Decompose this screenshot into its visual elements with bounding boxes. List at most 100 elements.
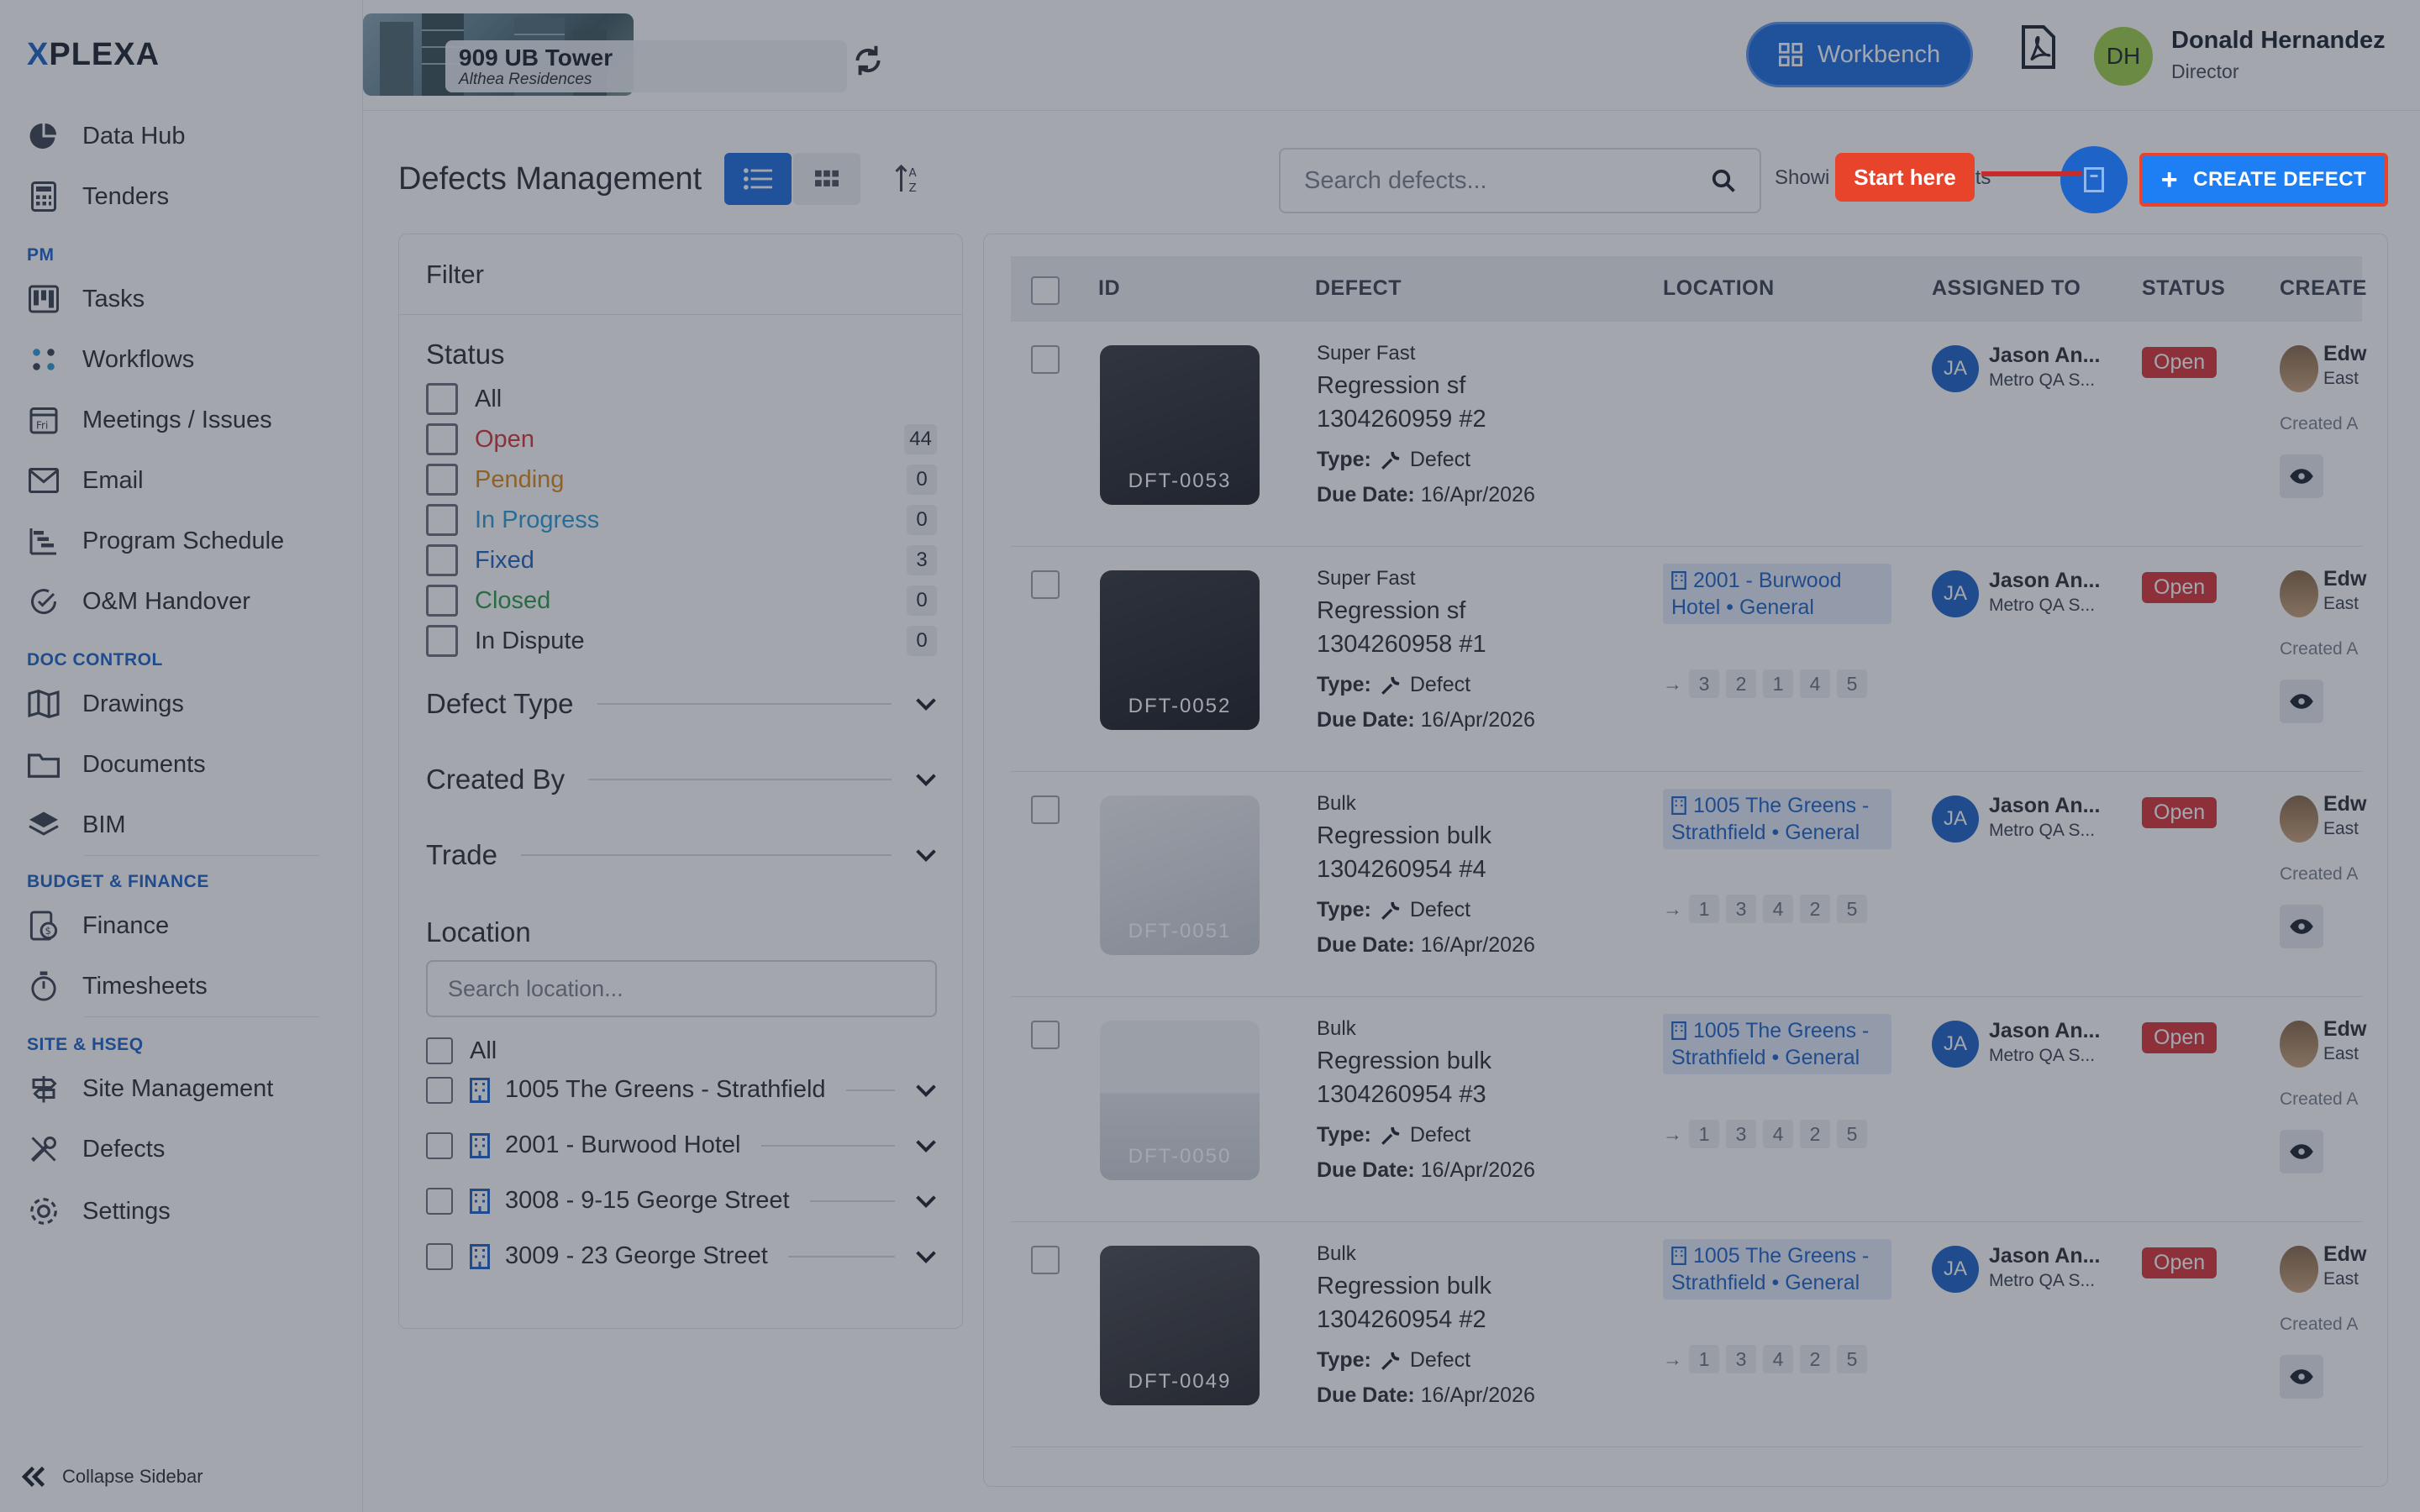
defect-search-input[interactable]: Search defects... xyxy=(1279,148,1761,213)
checkbox[interactable] xyxy=(426,1076,453,1104)
sidebar-item-site-management[interactable]: Site Management xyxy=(25,1070,273,1107)
user-avatar[interactable]: DH xyxy=(2094,27,2153,86)
location-chip[interactable]: 1005 The Greens - Strathfield • General xyxy=(1663,1239,1891,1299)
row-checkbox[interactable] xyxy=(1031,1021,1060,1049)
sidebar-item-documents[interactable]: Documents xyxy=(25,746,206,783)
checkbox[interactable] xyxy=(426,585,458,617)
checkbox[interactable] xyxy=(426,464,458,496)
location-option[interactable]: 3009 - 23 George Street xyxy=(426,1242,937,1270)
sidebar-item-timesheets[interactable]: Timesheets xyxy=(25,968,208,1005)
defect-thumbnail[interactable]: DFT-0051 xyxy=(1100,795,1260,955)
chevron-down-icon[interactable] xyxy=(915,1084,937,1097)
chevron-down-icon[interactable] xyxy=(915,1250,937,1263)
status-option-in-progress[interactable]: In Progress 0 xyxy=(426,501,937,538)
sidebar-item-tasks[interactable]: Tasks xyxy=(25,281,145,318)
column-header-location[interactable]: LOCATION xyxy=(1663,276,1775,301)
sidebar-item-email[interactable]: Email xyxy=(25,462,144,499)
row-checkbox[interactable] xyxy=(1031,570,1060,599)
checkbox[interactable] xyxy=(426,544,458,576)
sidebar-item-program-schedule[interactable]: Program Schedule xyxy=(25,522,284,559)
defect-type-filter-toggle[interactable]: Defect Type xyxy=(426,688,937,720)
checkbox[interactable] xyxy=(426,1037,453,1064)
column-header-assigned[interactable]: ASSIGNED TO xyxy=(1932,276,2081,301)
project-selector[interactable]: 909 UB Tower Althea Residences xyxy=(445,40,847,92)
defect-thumbnail[interactable]: DFT-0053 xyxy=(1100,345,1260,505)
defect-title[interactable]: Regression bulk 1304260954 #3 xyxy=(1317,1044,1535,1111)
location-option[interactable]: 1005 The Greens - Strathfield xyxy=(426,1076,937,1104)
status-option-open[interactable]: Open 44 xyxy=(426,421,937,458)
sidebar-item-om-handover[interactable]: O&M Handover xyxy=(25,583,250,620)
defect-thumbnail[interactable]: DFT-0049 xyxy=(1100,1246,1260,1405)
view-defect-button[interactable] xyxy=(2280,454,2323,498)
sidebar-item-bim[interactable]: BIM xyxy=(25,806,126,843)
column-header-defect[interactable]: DEFECT xyxy=(1315,276,1402,301)
chevron-down-icon[interactable] xyxy=(915,1139,937,1152)
pdf-icon[interactable] xyxy=(2022,25,2055,69)
view-defect-button[interactable] xyxy=(2280,1355,2323,1399)
tour-step-badge[interactable] xyxy=(2060,146,2128,213)
sidebar-item-settings[interactable]: Settings xyxy=(25,1193,171,1230)
list-view-button[interactable] xyxy=(724,153,792,205)
created-by-filter-toggle[interactable]: Created By xyxy=(426,764,937,795)
select-all-checkbox[interactable] xyxy=(1031,276,1060,305)
location-option-all[interactable]: All xyxy=(426,1032,937,1069)
column-header-created[interactable]: CREATE xyxy=(2280,276,2367,301)
view-defect-button[interactable] xyxy=(2280,905,2323,948)
checkbox[interactable] xyxy=(426,383,458,415)
row-checkbox[interactable] xyxy=(1031,345,1060,374)
column-header-id[interactable]: ID xyxy=(1098,276,1120,301)
view-defect-button[interactable] xyxy=(2280,680,2323,723)
location-chip[interactable]: 2001 - Burwood Hotel • General xyxy=(1663,564,1891,624)
checkbox[interactable] xyxy=(426,1187,453,1215)
defect-title[interactable]: Regression bulk 1304260954 #2 xyxy=(1317,1269,1535,1336)
checkbox[interactable] xyxy=(426,1242,453,1270)
app-logo[interactable]: XPLEXA xyxy=(27,37,160,73)
defect-thumbnail[interactable]: DFT-0052 xyxy=(1100,570,1260,730)
trade-filter-toggle[interactable]: Trade xyxy=(426,839,937,871)
status-option-fixed[interactable]: Fixed 3 xyxy=(426,542,937,579)
table-row[interactable]: DFT-0052 Super Fast Regression sf 130426… xyxy=(1011,547,2366,772)
status-option-closed[interactable]: Closed 0 xyxy=(426,582,937,619)
table-row[interactable]: DFT-0050 Bulk Regression bulk 1304260954… xyxy=(1011,997,2366,1222)
location-chip[interactable]: 1005 The Greens - Strathfield • General xyxy=(1663,1014,1891,1074)
sidebar-item-data-hub[interactable]: Data Hub xyxy=(25,118,186,155)
checkbox[interactable] xyxy=(426,625,458,657)
row-checkbox[interactable] xyxy=(1031,1246,1060,1274)
grid-view-button[interactable] xyxy=(793,153,860,205)
defect-title[interactable]: Regression bulk 1304260954 #4 xyxy=(1317,819,1535,886)
sidebar-item-workflows[interactable]: Workflows xyxy=(25,341,194,378)
sidebar-item-finance[interactable]: $ Finance xyxy=(25,907,169,944)
view-defect-button[interactable] xyxy=(2280,1130,2323,1173)
collapse-sidebar-button[interactable]: Collapse Sidebar xyxy=(22,1466,203,1488)
row-checkbox[interactable] xyxy=(1031,795,1060,824)
checkbox[interactable] xyxy=(426,1131,453,1159)
sidebar-item-drawings[interactable]: Drawings xyxy=(25,685,184,722)
location-option[interactable]: 2001 - Burwood Hotel xyxy=(426,1131,937,1159)
search-icon[interactable] xyxy=(1711,168,1736,193)
status-option-pending[interactable]: Pending 0 xyxy=(426,461,937,498)
sort-button[interactable]: AZ xyxy=(889,160,926,198)
status-option-all[interactable]: All xyxy=(426,381,937,417)
workbench-button[interactable]: Workbench xyxy=(1746,22,1973,87)
location-chip[interactable]: 1005 The Greens - Strathfield • General xyxy=(1663,789,1891,849)
table-row[interactable]: DFT-0049 Bulk Regression bulk 1304260954… xyxy=(1011,1222,2366,1447)
refresh-icon[interactable] xyxy=(852,42,884,79)
table-row[interactable]: DFT-0053 Super Fast Regression sf 130426… xyxy=(1011,322,2366,547)
status-option-in-dispute[interactable]: In Dispute 0 xyxy=(426,622,937,659)
location-search-input[interactable]: Search location... xyxy=(426,960,937,1017)
sidebar-item-defects[interactable]: Defects xyxy=(25,1131,165,1168)
defect-title[interactable]: Regression sf 1304260959 #2 xyxy=(1317,369,1535,436)
table-row[interactable]: DFT-0051 Bulk Regression bulk 1304260954… xyxy=(1011,772,2366,997)
chevron-down-icon[interactable] xyxy=(915,1194,937,1208)
checkbox[interactable] xyxy=(426,504,458,536)
location-option[interactable]: 3008 - 9-15 George Street xyxy=(426,1187,937,1215)
user-name[interactable]: Donald Hernandez xyxy=(2171,27,2386,55)
column-header-status[interactable]: STATUS xyxy=(2142,276,2225,301)
checkbox[interactable] xyxy=(426,423,458,455)
sidebar-item-tenders[interactable]: Tenders xyxy=(25,178,169,215)
tour-tooltip-start-here[interactable]: Start here xyxy=(1835,153,1975,202)
sidebar-item-meetings[interactable]: Fri Meetings / Issues xyxy=(25,402,272,438)
defect-thumbnail[interactable]: DFT-0050 xyxy=(1100,1021,1260,1180)
defect-title[interactable]: Regression sf 1304260958 #1 xyxy=(1317,594,1535,661)
create-defect-button[interactable]: + CREATE DEFECT xyxy=(2139,153,2388,207)
